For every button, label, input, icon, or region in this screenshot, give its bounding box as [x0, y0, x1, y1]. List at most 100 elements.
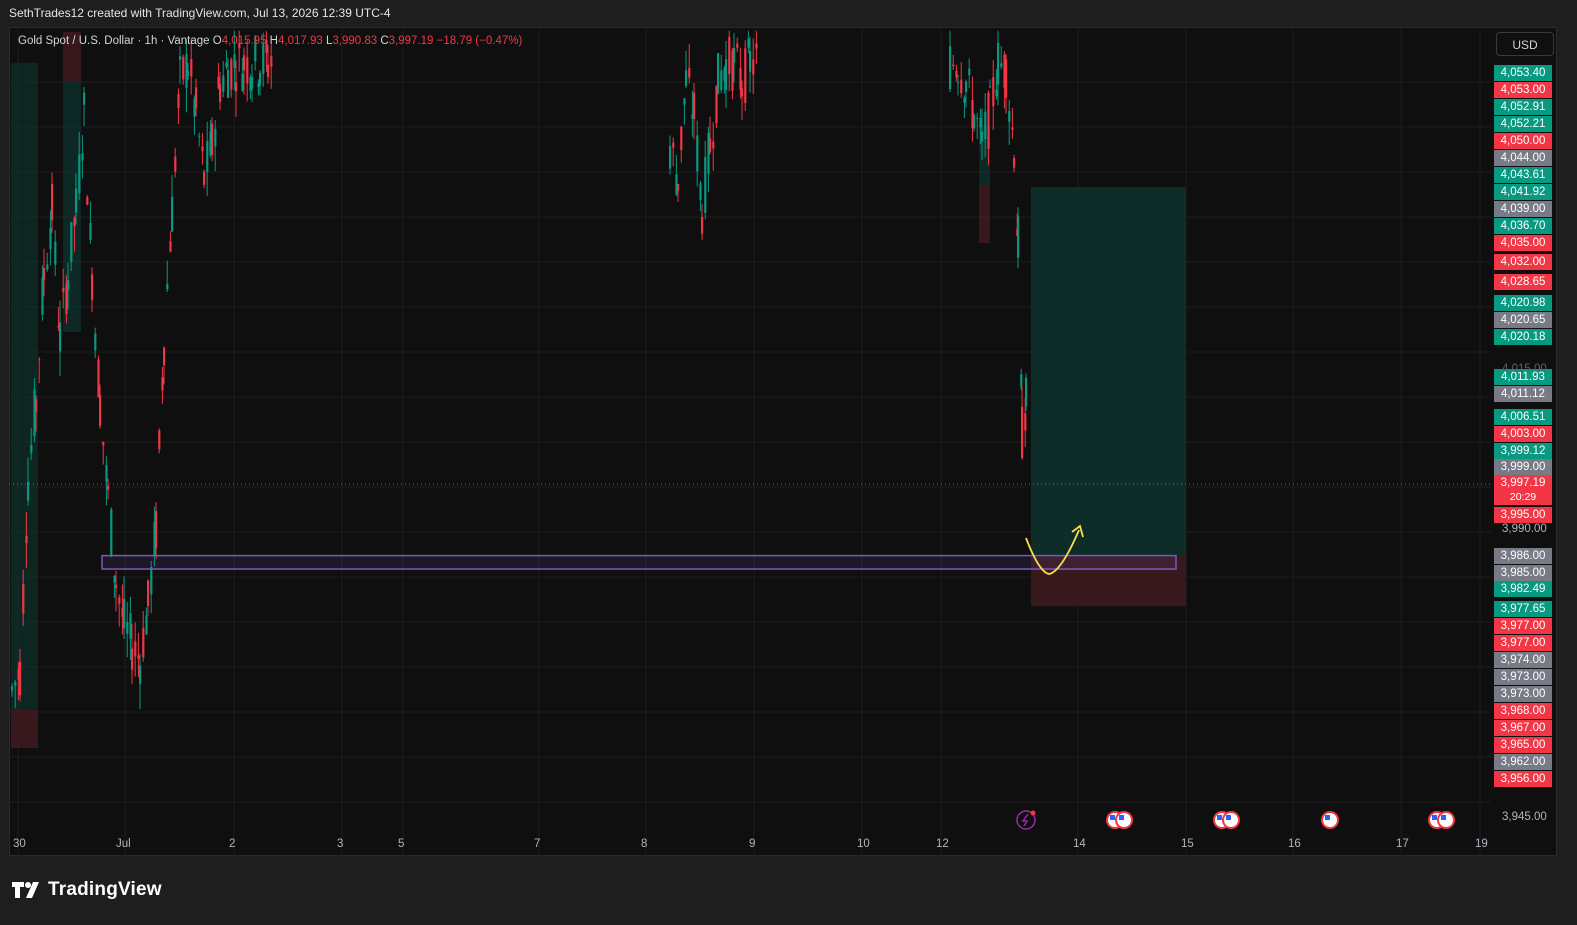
open-label: O — [212, 35, 222, 47]
bearish-candle-body — [960, 79, 963, 94]
bullish-candle-body — [683, 98, 686, 105]
bearish-candle-body — [741, 88, 744, 97]
lightning-event-icon — [1016, 810, 1036, 830]
bullish-candle-body — [669, 146, 672, 169]
bearish-candle-body — [142, 628, 145, 658]
price-label: 4,053.00 — [1494, 82, 1552, 98]
price-label: 3,995.00 — [1494, 507, 1552, 523]
low-value: 3,990.83 — [332, 35, 378, 47]
bearish-candle-body — [1005, 59, 1008, 98]
time-axis-tick: 17 — [1396, 838, 1409, 850]
price-label: 3,973.00 — [1494, 686, 1552, 702]
bearish-candle-body — [235, 81, 238, 92]
bullish-candle-body — [968, 68, 971, 76]
time-axis-tick: 10 — [857, 838, 870, 850]
us-flag-canton — [1119, 815, 1124, 820]
price-label: 4,039.00 — [1494, 201, 1552, 217]
bullish-candle-body — [965, 81, 968, 92]
bullish-candle-body — [113, 575, 116, 583]
bearish-candle-body — [99, 394, 102, 426]
bearish-candle-body — [270, 56, 273, 67]
bearish-candle-body — [25, 535, 28, 544]
bearish-candle-body — [203, 171, 206, 185]
price-label: 3,977.00 — [1494, 618, 1552, 634]
bearish-candle-body — [712, 141, 715, 149]
currency-button[interactable]: USD — [1496, 32, 1554, 56]
price-label: 3,962.00 — [1494, 754, 1552, 770]
bearish-candle-body — [752, 59, 755, 75]
bullish-candle-body — [54, 241, 57, 265]
symbol-legend[interactable]: Gold Spot / U.S. Dollar · 1h · Vantage O… — [18, 35, 522, 47]
time-axis-tick: 5 — [398, 838, 405, 850]
tradingview-logo-icon — [12, 882, 39, 898]
bullish-candle-body — [997, 42, 1000, 85]
bullish-candle-body — [187, 71, 190, 76]
bearish-candle-body — [182, 56, 185, 80]
price-label: 3,968.00 — [1494, 703, 1552, 719]
time-axis-tick: 3 — [337, 838, 344, 850]
price-label: 4,035.00 — [1494, 235, 1552, 251]
bullish-candle-body — [179, 56, 182, 60]
bullish-candle-body — [995, 89, 998, 97]
bullish-candle-body — [198, 135, 201, 137]
candlesticks — [11, 30, 1028, 710]
bearish-candle-body — [19, 661, 22, 696]
bullish-candle-body — [129, 613, 132, 639]
time-axis-tick: 30 — [13, 838, 26, 850]
price-label: 4,020.65 — [1494, 312, 1552, 328]
bearish-candle-body — [1024, 413, 1027, 431]
bearish-candle-body — [38, 359, 41, 361]
bullish-candle-body — [126, 621, 129, 634]
bearish-candle-body — [73, 217, 76, 227]
chart-grid — [9, 27, 1491, 856]
bearish-candle-body — [955, 70, 958, 78]
bearish-candle-body — [744, 48, 747, 104]
bullish-candle-body — [1017, 216, 1020, 258]
bullish-candle-body — [259, 72, 262, 86]
us-flag-canton — [1110, 815, 1115, 820]
bearish-candle-body — [131, 648, 134, 670]
tradingview-logo[interactable]: TradingView — [12, 879, 162, 901]
price-label: 3,999.12 — [1494, 443, 1552, 459]
price-label: 4,020.18 — [1494, 329, 1552, 345]
price-axis-tick: 3,945.00 — [1502, 811, 1547, 823]
time-axis-tick: 14 — [1073, 838, 1086, 850]
bullish-candle-body — [206, 140, 209, 173]
bullish-candle-body — [1020, 374, 1023, 387]
us-economic-event-icon — [1321, 811, 1339, 829]
price-label: 4,028.65 — [1494, 274, 1552, 290]
bullish-candle-body — [145, 615, 148, 635]
open-value: 4,015.95 — [221, 35, 267, 47]
price-label: 3,985.00 — [1494, 565, 1552, 581]
bearish-candle-body — [243, 55, 246, 71]
bullish-candle-body — [233, 54, 236, 68]
price-label: 4,020.98 — [1494, 295, 1552, 311]
bullish-candle-body — [1008, 110, 1011, 122]
bullish-candle-body — [241, 73, 244, 91]
us-economic-event-icon — [1115, 811, 1133, 829]
price-chart[interactable] — [9, 27, 1557, 856]
bearish-candle-body — [91, 274, 94, 300]
price-label: 4,011.12 — [1494, 386, 1552, 402]
price-label: 4,052.21 — [1494, 116, 1552, 132]
long-position-target-zone — [1031, 186, 1186, 556]
bullish-candle-body — [222, 75, 225, 92]
bullish-candle-body — [989, 86, 992, 88]
bullish-candle-body — [685, 70, 688, 87]
bullish-candle-body — [14, 681, 17, 686]
annotations — [9, 483, 1491, 575]
close-value: 3,997.19 — [388, 35, 434, 47]
time-axis-tick: 7 — [534, 838, 541, 850]
bearish-candle-body — [952, 64, 955, 67]
us-flag-canton — [1325, 815, 1330, 820]
bearish-candle-body — [155, 510, 158, 549]
bullish-candle-body — [747, 38, 750, 48]
footer — [0, 856, 1577, 925]
symbol-name[interactable]: Gold Spot / U.S. Dollar · 1h · Vantage — [18, 35, 210, 47]
bullish-candle-body — [981, 131, 984, 142]
price-label: 4,043.61 — [1494, 167, 1552, 183]
bullish-candle-body — [46, 264, 49, 270]
bearish-candle-body — [1021, 406, 1024, 459]
lightning-bolt — [1021, 813, 1029, 827]
bearish-candle-body — [163, 347, 166, 366]
